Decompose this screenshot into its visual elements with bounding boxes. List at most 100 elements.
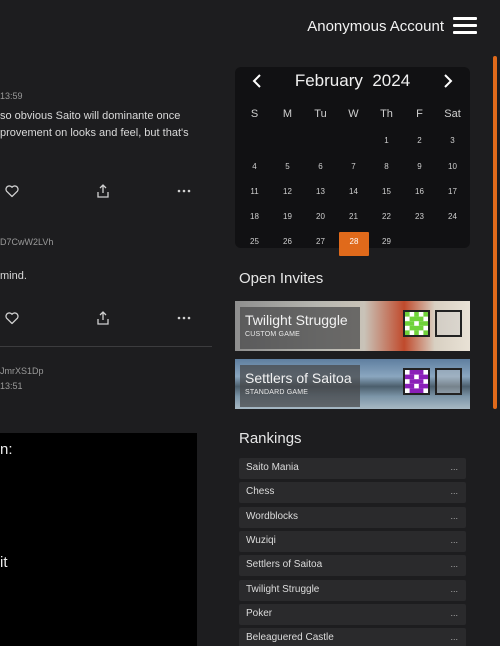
calendar-day[interactable]: 8: [370, 156, 403, 181]
weekday-header: Th: [380, 108, 393, 120]
feed-column: 13:59 so obvious Saito will dominante on…: [0, 56, 222, 646]
share-icon[interactable]: [95, 183, 111, 199]
calendar-day[interactable]: 16: [403, 181, 436, 206]
ranking-game-name: Twilight Struggle: [246, 583, 320, 595]
embed-text: it: [0, 554, 8, 571]
ranking-game-name: Beleaguered Castle: [246, 632, 334, 644]
post-actions: [0, 183, 200, 199]
calendar-day[interactable]: 1: [370, 130, 403, 155]
calendar-widget: February 2024 S M Tu W Th F Sat 1 2 3 4 5 6 7 8 9 10 11 12…: [235, 67, 470, 256]
ranking-game-name: Wuziqi: [246, 534, 276, 546]
calendar-day[interactable]: 25: [238, 231, 271, 256]
ranking-value: ...: [450, 462, 458, 472]
empty-player-slot: [435, 368, 462, 395]
calendar-day[interactable]: 10: [436, 156, 469, 181]
calendar-day[interactable]: 19: [271, 206, 304, 231]
share-icon[interactable]: [95, 310, 111, 326]
ranking-value: ...: [450, 534, 458, 545]
calendar-day[interactable]: 2: [403, 130, 436, 155]
calendar-day[interactable]: 7: [337, 156, 370, 181]
ranking-value: ...: [450, 607, 458, 618]
calendar-day[interactable]: 18: [238, 206, 271, 231]
player-avatar: [403, 368, 430, 395]
invite-card[interactable]: Twilight Struggle CUSTOM GAME: [235, 301, 470, 351]
ranking-game-name: Chess: [246, 486, 275, 498]
calendar-day[interactable]: 17: [436, 181, 469, 206]
invite-game-name: Settlers of Saitoa: [245, 370, 352, 386]
calendar-day[interactable]: 6: [304, 156, 337, 181]
ranking-item[interactable]: Settlers of Saitoa...: [239, 555, 466, 577]
calendar-day[interactable]: 22: [370, 206, 403, 231]
post-timestamp: 13:51: [0, 381, 23, 391]
ranking-item[interactable]: Wordblocks...: [239, 506, 466, 528]
ranking-game-name: Poker: [246, 607, 273, 619]
heart-icon[interactable]: [4, 183, 20, 199]
post-text-line: mind.: [0, 270, 27, 282]
calendar-day[interactable]: 27: [304, 231, 337, 256]
ranking-item[interactable]: Twilight Struggle...: [239, 579, 466, 601]
ranking-item[interactable]: Poker...: [239, 603, 466, 625]
heart-icon[interactable]: [4, 310, 20, 326]
invite-card[interactable]: Settlers of Saitoa STANDARD GAME: [235, 359, 470, 409]
calendar-title: February 2024: [235, 71, 470, 91]
calendar-day-today[interactable]: 28: [339, 232, 369, 256]
post-author-id: JmrXS1Dp: [0, 366, 44, 376]
calendar-day[interactable]: 5: [271, 156, 304, 181]
calendar-day[interactable]: 3: [436, 130, 469, 155]
calendar-day[interactable]: 15: [370, 181, 403, 206]
account-name[interactable]: Anonymous Account: [307, 18, 444, 35]
post-divider: [0, 346, 212, 347]
post-author-id: D7CwW2LVh: [0, 237, 54, 247]
ranking-value: ...: [450, 559, 458, 570]
calendar-blank: [238, 130, 271, 155]
chevron-right-icon[interactable]: [438, 72, 456, 90]
calendar-day[interactable]: 4: [238, 156, 271, 181]
calendar-day[interactable]: 24: [436, 206, 469, 231]
calendar-day[interactable]: 29: [370, 231, 403, 256]
calendar-day[interactable]: 26: [271, 231, 304, 256]
rankings-heading: Rankings: [239, 430, 302, 447]
weekday-header: W: [348, 108, 359, 120]
more-icon[interactable]: [176, 310, 192, 326]
scrollbar[interactable]: [493, 56, 497, 409]
ranking-item[interactable]: Beleaguered Castle...: [239, 628, 466, 646]
post-timestamp: 13:59: [0, 91, 23, 101]
more-icon[interactable]: [176, 183, 192, 199]
invite-game-name: Twilight Struggle: [245, 312, 348, 328]
calendar-year: 2024: [372, 71, 411, 90]
empty-player-slot: [435, 310, 462, 337]
post-text-line: provement on looks and feel, but that's: [0, 127, 189, 139]
calendar-day[interactable]: 11: [238, 181, 271, 206]
ranking-value: ...: [450, 632, 458, 643]
calendar-blank: [304, 130, 337, 155]
post-actions: [0, 310, 200, 326]
ranking-item[interactable]: Wuziqi...: [239, 530, 466, 552]
invite-game-type: STANDARD GAME: [245, 389, 309, 396]
calendar-day[interactable]: 12: [271, 181, 304, 206]
calendar-blank: [271, 130, 304, 155]
calendar-day[interactable]: 14: [337, 181, 370, 206]
open-invites-heading: Open Invites: [239, 270, 324, 287]
embedded-media[interactable]: n: it: [0, 433, 197, 646]
calendar-day[interactable]: 9: [403, 156, 436, 181]
calendar-day[interactable]: 21: [337, 206, 370, 231]
menu-icon[interactable]: [453, 17, 477, 35]
weekday-header: Tu: [314, 108, 327, 120]
ranking-value: ...: [450, 583, 458, 594]
ranking-value: ...: [450, 486, 458, 497]
ranking-item[interactable]: Saito Mania...: [239, 458, 466, 479]
calendar-blank: [337, 130, 370, 155]
calendar-day[interactable]: 23: [403, 206, 436, 231]
ranking-value: ...: [450, 510, 458, 521]
ranking-game-name: Settlers of Saitoa: [246, 559, 323, 571]
weekday-header: S: [250, 108, 259, 120]
weekday-header: Sat: [444, 108, 461, 120]
calendar-grid: S M Tu W Th F Sat 1 2 3 4 5 6 7 8 9 10 11 12 13 14 15 16 17 18 19…: [238, 105, 469, 257]
weekday-header: F: [416, 108, 423, 120]
calendar-month: February: [294, 71, 363, 90]
ranking-item[interactable]: Chess...: [239, 482, 466, 504]
calendar-day[interactable]: 20: [304, 206, 337, 231]
post-text-line: so obvious Saito will dominante once: [0, 110, 181, 122]
ranking-game-name: Wordblocks: [246, 510, 299, 522]
calendar-day[interactable]: 13: [304, 181, 337, 206]
